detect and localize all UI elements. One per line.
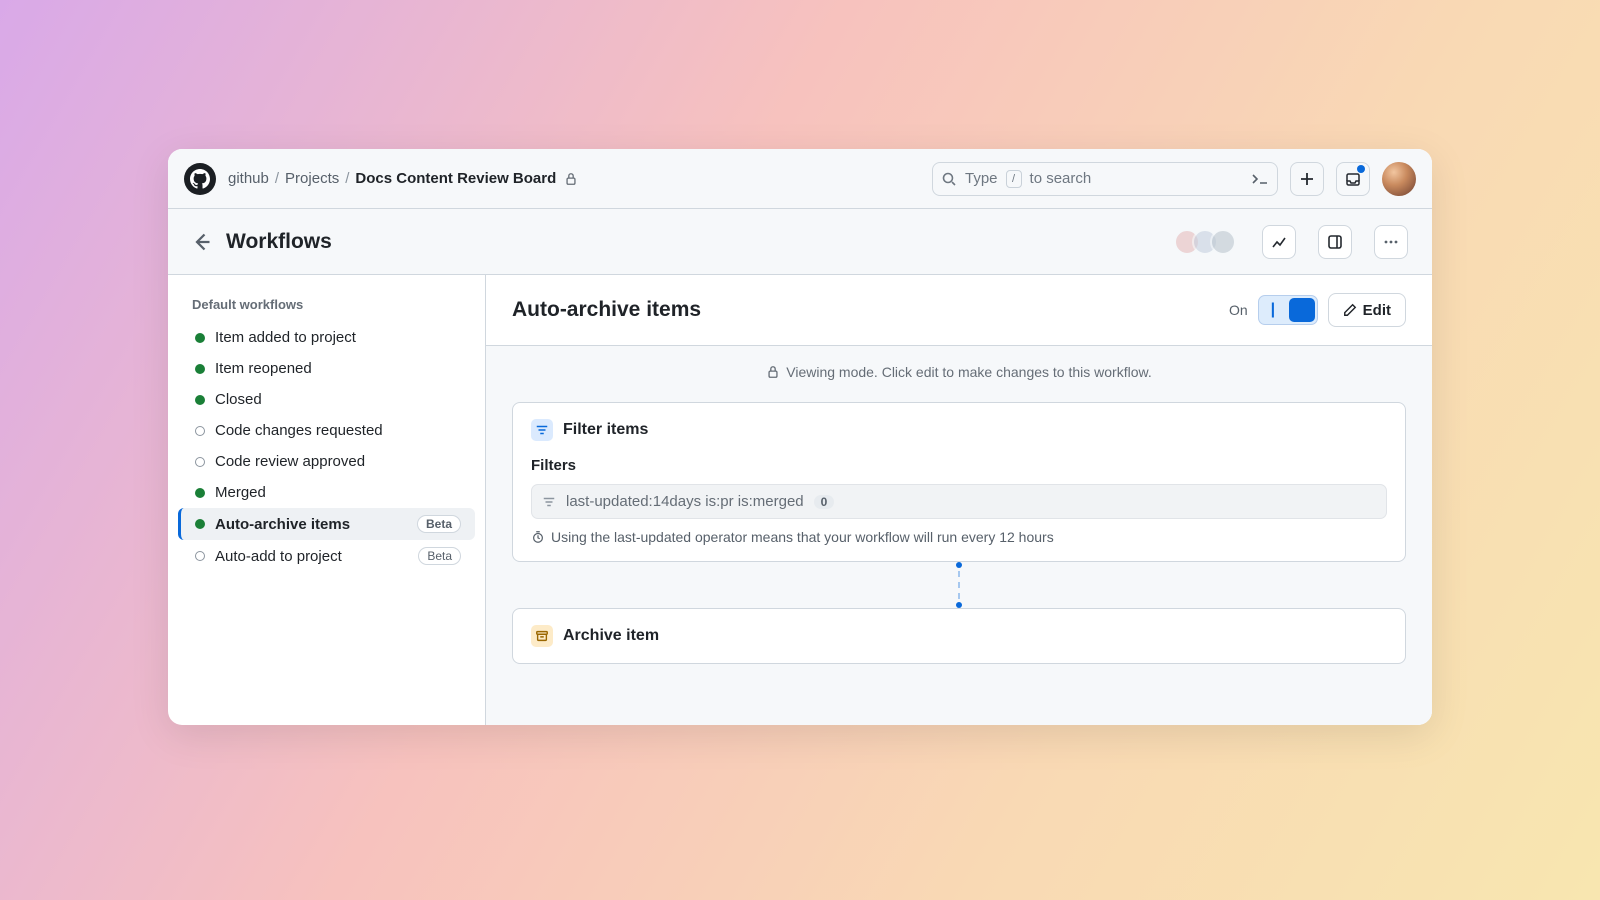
avatar[interactable]: [1382, 162, 1416, 196]
chart-icon: [1271, 234, 1287, 250]
command-palette-icon[interactable]: [1251, 172, 1269, 186]
breadcrumb-org[interactable]: github: [228, 170, 269, 187]
status-on-icon: [195, 364, 205, 374]
sidebar-item-workflow[interactable]: Code review approved: [178, 446, 475, 477]
filters-label: Filters: [531, 457, 1387, 474]
status-off-icon: [195, 457, 205, 467]
github-logo[interactable]: [184, 163, 216, 195]
status-on-icon: [195, 395, 205, 405]
filter-count-badge: 0: [814, 495, 835, 509]
plus-icon: [1299, 171, 1315, 187]
avatar: [1210, 229, 1236, 255]
sidebar-item-label: Item added to project: [215, 329, 356, 346]
pencil-icon: [1343, 303, 1357, 317]
action-card-title: Archive item: [563, 627, 659, 645]
search-input[interactable]: Type / to search: [932, 162, 1278, 196]
sidebar-item-workflow[interactable]: Code changes requested: [178, 415, 475, 446]
page-title: Workflows: [226, 230, 332, 254]
workflow-canvas: Viewing mode. Click edit to make changes…: [486, 346, 1432, 725]
edit-button[interactable]: Edit: [1328, 293, 1406, 327]
subheader: Workflows: [168, 209, 1432, 275]
filter-card: Filter items Filters last-updated:14days…: [512, 402, 1406, 562]
lock-icon: [564, 172, 578, 186]
connector: [512, 562, 1406, 608]
sidebar-item-workflow[interactable]: Auto-add to project Beta: [178, 540, 475, 572]
sidebar-item-label: Code review approved: [215, 453, 365, 470]
sidebar-item-workflow[interactable]: Auto-archive items Beta: [178, 508, 475, 540]
header: github / Projects / Docs Content Review …: [168, 149, 1432, 209]
stopwatch-icon: [531, 530, 545, 544]
breadcrumb-separator: /: [275, 170, 279, 187]
search-placeholder-prefix: Type: [965, 170, 998, 187]
edit-button-label: Edit: [1363, 302, 1391, 319]
sidebar: Default workflows Item added to project I…: [168, 275, 486, 725]
search-key-hint: /: [1006, 170, 1022, 188]
inbox-button[interactable]: [1336, 162, 1370, 196]
beta-badge: Beta: [417, 515, 461, 533]
notification-dot-icon: [1357, 165, 1365, 173]
action-card: Archive item: [512, 608, 1406, 664]
sidebar-heading: Default workflows: [178, 293, 475, 322]
sidebar-item-label: Item reopened: [215, 360, 312, 377]
toggle-state-label: On: [1229, 302, 1248, 318]
kebab-icon: [1383, 234, 1399, 250]
more-button[interactable]: [1374, 225, 1408, 259]
sidebar-item-workflow[interactable]: Item reopened: [178, 353, 475, 384]
breadcrumb-section[interactable]: Projects: [285, 170, 339, 187]
workflow-header: Auto-archive items On | Edit: [486, 275, 1432, 346]
add-button[interactable]: [1290, 162, 1324, 196]
main-panel: Auto-archive items On | Edit Viewing mod…: [486, 275, 1432, 725]
inbox-icon: [1345, 171, 1361, 187]
sidebar-item-label: Code changes requested: [215, 422, 383, 439]
lock-icon: [766, 365, 780, 379]
breadcrumb-separator: /: [345, 170, 349, 187]
status-on-icon: [195, 519, 205, 529]
search-placeholder-suffix: to search: [1030, 170, 1092, 187]
sidebar-item-label: Closed: [215, 391, 262, 408]
status-on-icon: [195, 333, 205, 343]
filter-icon: [531, 419, 553, 441]
sidebar-item-label: Auto-add to project: [215, 548, 342, 565]
view-mode-text: Viewing mode. Click edit to make changes…: [786, 364, 1151, 380]
arrow-left-icon: [192, 232, 212, 252]
collaborators[interactable]: [1182, 229, 1236, 255]
filter-icon: [542, 495, 556, 509]
sidebar-item-workflow[interactable]: Merged: [178, 477, 475, 508]
beta-badge: Beta: [418, 547, 461, 565]
filter-query-input[interactable]: last-updated:14days is:pr is:merged 0: [531, 484, 1387, 519]
panel-icon: [1327, 234, 1343, 250]
sidebar-item-label: Auto-archive items: [215, 516, 350, 533]
app-window: github / Projects / Docs Content Review …: [168, 149, 1432, 725]
status-off-icon: [195, 426, 205, 436]
back-button[interactable]: [192, 232, 212, 252]
archive-icon: [531, 625, 553, 647]
workflow-toggle[interactable]: |: [1258, 295, 1318, 325]
sidebar-item-workflow[interactable]: Item added to project: [178, 322, 475, 353]
filter-query-text: last-updated:14days is:pr is:merged: [566, 493, 804, 510]
search-icon: [941, 171, 957, 187]
panel-button[interactable]: [1318, 225, 1352, 259]
view-mode-notice: Viewing mode. Click edit to make changes…: [512, 346, 1406, 402]
status-off-icon: [195, 551, 205, 561]
filter-hint: Using the last-updated operator means th…: [531, 529, 1387, 545]
insights-button[interactable]: [1262, 225, 1296, 259]
sidebar-item-workflow[interactable]: Closed: [178, 384, 475, 415]
status-on-icon: [195, 488, 205, 498]
body: Default workflows Item added to project I…: [168, 275, 1432, 725]
workflow-title: Auto-archive items: [512, 298, 701, 322]
filter-card-title: Filter items: [563, 421, 648, 439]
filter-hint-text: Using the last-updated operator means th…: [551, 529, 1054, 545]
breadcrumb-current[interactable]: Docs Content Review Board: [355, 170, 556, 187]
sidebar-item-label: Merged: [215, 484, 266, 501]
breadcrumb: github / Projects / Docs Content Review …: [228, 170, 578, 187]
